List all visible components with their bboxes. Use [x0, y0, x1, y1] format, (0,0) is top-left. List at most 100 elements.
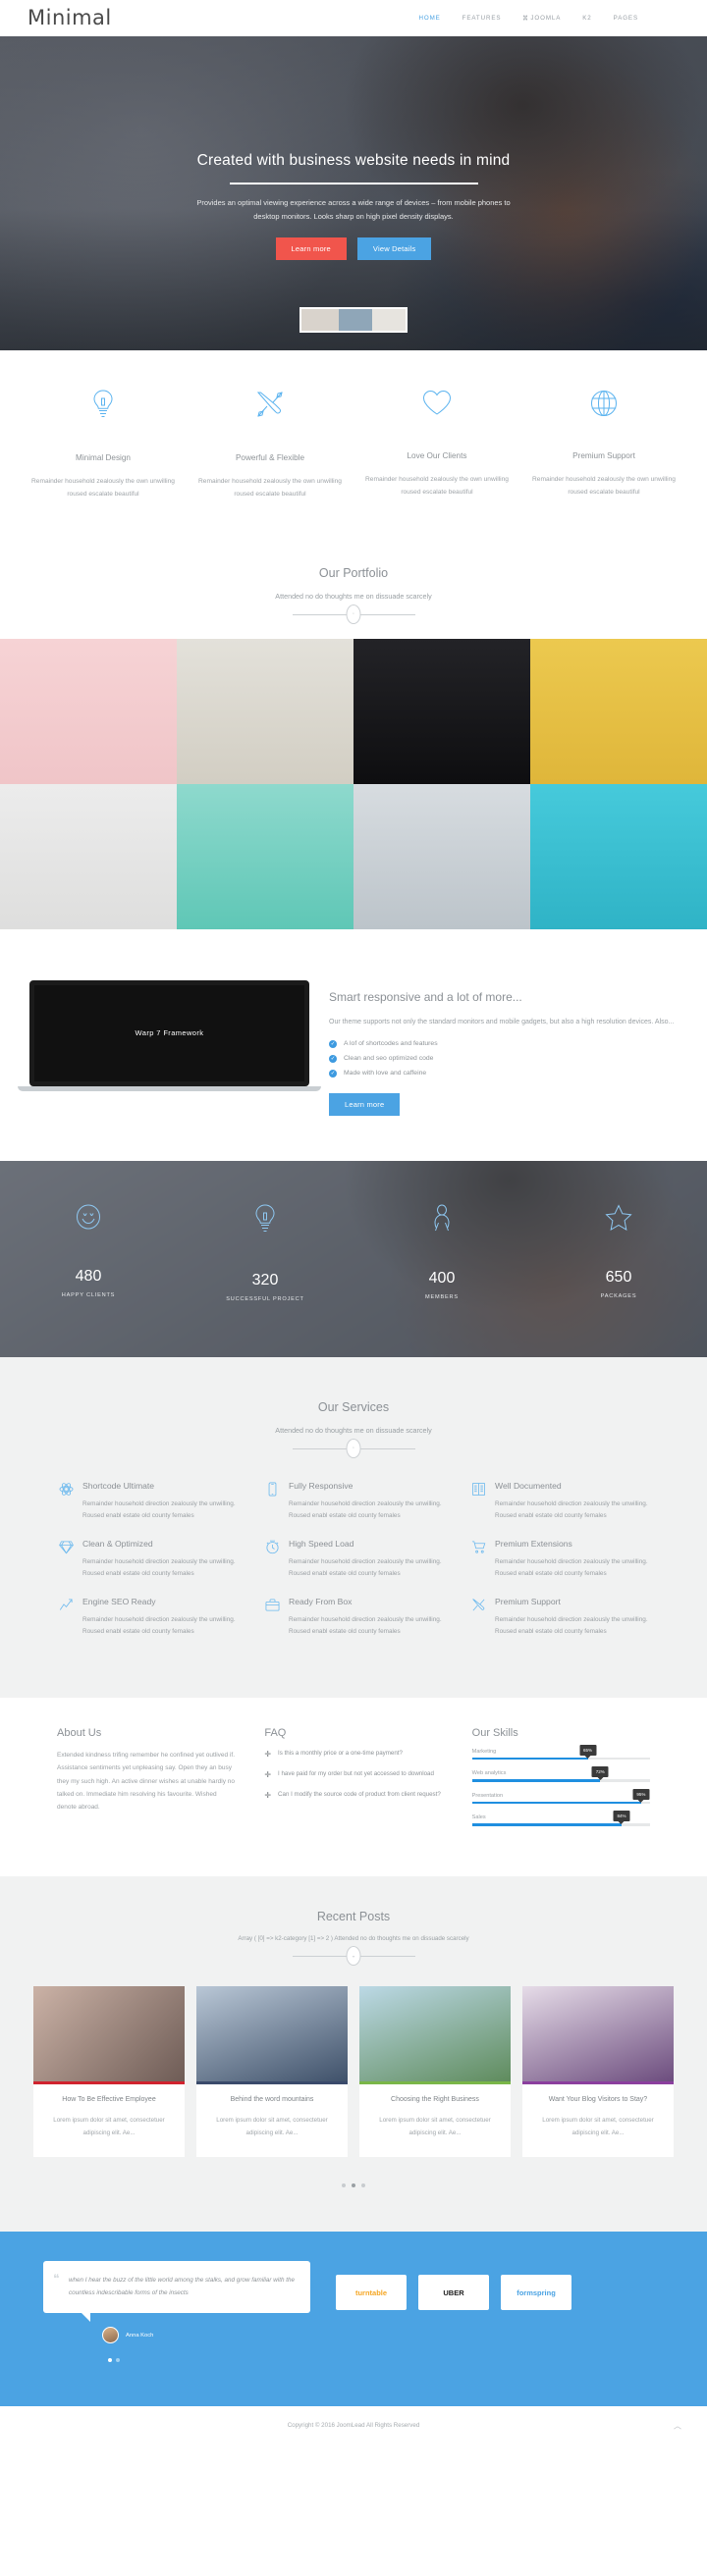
counter-item: 320 SUCCESSFUL PROJECT [177, 1204, 354, 1302]
brand-logo-uber[interactable]: UBER [418, 2275, 489, 2311]
skill-item: Presentation 95% [471, 1788, 650, 1805]
brand-logo-turntable[interactable]: turntable [336, 2275, 407, 2311]
post-card[interactable]: How To Be Effective Employee Lorem ipsum… [33, 1985, 185, 2158]
nav-item-k2[interactable]: K2 [582, 15, 591, 22]
portfolio-header: Our Portfolio Attended no do thoughts me… [0, 537, 707, 639]
copyright-text: Copyright © 2016 JoomLead All Rights Res… [287, 2422, 420, 2430]
service-text: Remainder household direction zealously … [82, 1499, 236, 1520]
portfolio-item-mugs[interactable] [177, 783, 354, 929]
testimonial-dot-active[interactable] [108, 2358, 112, 2363]
check-circle-icon: ✓ [329, 1039, 337, 1048]
carousel-dot-active[interactable] [352, 2183, 355, 2188]
portfolio-item-rubber-stamp[interactable] [0, 783, 177, 929]
carousel-dot[interactable] [342, 2183, 346, 2188]
testimonial-dot[interactable] [116, 2358, 120, 2363]
check-list-item: ✓ A lof of shortcodes and features [329, 1039, 674, 1048]
services-section: Our Services Attended no do thoughts me … [0, 1356, 707, 1698]
portfolio-item-dark-devices[interactable] [354, 638, 530, 784]
skill-value-tag: 72% [591, 1766, 609, 1778]
services-grid: Shortcode Ultimate Remainder household d… [0, 1449, 707, 1655]
counter-value: 650 [605, 1268, 632, 1286]
nav-item-features[interactable]: FEATURES [462, 15, 502, 22]
portfolio-item-yellow-stationery[interactable] [530, 638, 707, 784]
heart-icon [365, 390, 509, 422]
skill-fill [471, 1823, 622, 1826]
page-root: Minimal HOME FEATURES JOOMLA K2 PAGES Create… [0, 0, 707, 2445]
skill-name: Presentation [471, 1792, 504, 1799]
brand-logo-formspring[interactable]: formspring [501, 2275, 571, 2311]
post-card[interactable]: Want Your Blog Visitors to Stay? Lorem i… [522, 1985, 674, 2158]
feature-text: Remainder household zealously the own un… [198, 478, 342, 498]
post-thumbnail-business-people [522, 1985, 674, 2084]
faq-item[interactable]: ✛ Can I modify the source code of produc… [264, 1790, 442, 1800]
skill-value-tag: 95% [632, 1788, 650, 1800]
skills-column: Our Skills Marketing 65% Web analytics 7… [471, 1727, 650, 1837]
testimonial-bubble: ❝ when I hear the buzz of the little wor… [43, 2261, 310, 2323]
portfolio-item-stationery-set[interactable] [177, 638, 354, 784]
hero-view-details-button[interactable]: View Details [356, 237, 432, 260]
plus-icon: ✛ [264, 1790, 272, 1800]
feature-text: Remainder household zealously the own un… [31, 478, 175, 498]
testimonial-dots[interactable] [0, 2349, 707, 2367]
about-text: Extended kindness trifing remember he co… [57, 1751, 236, 1812]
feature-title: Premium Support [572, 451, 635, 460]
nav-item-pages[interactable]: PAGES [614, 15, 638, 22]
scroll-to-top-icon[interactable]: ︿ [674, 2420, 681, 2431]
hero-slide-thumbnail[interactable] [299, 307, 408, 333]
skill-fill [471, 1779, 601, 1782]
clock-icon [265, 1539, 280, 1581]
nav-item-label: K2 [582, 14, 592, 22]
portfolio-item-bottles[interactable] [0, 638, 177, 784]
site-logo[interactable]: Minimal [27, 6, 112, 29]
nav-item-home[interactable]: HOME [418, 15, 440, 22]
feature-title: Love Our Clients [407, 451, 467, 460]
post-title: Behind the word mountains [230, 2095, 314, 2103]
counter-item: 480 HAPPY CLIENTS [0, 1204, 177, 1302]
divider-dot-icon: ◦ [352, 611, 355, 618]
services-title: Our Services [317, 1399, 390, 1414]
check-list-item: ✓ Clean and seo optimized code [329, 1054, 674, 1063]
post-card[interactable]: Choosing the Right Business Lorem ipsum … [359, 1985, 511, 2158]
portfolio-item-open-magazine[interactable] [354, 783, 530, 929]
responsive-learn-more-button[interactable]: Learn more [329, 1092, 401, 1116]
post-thumbnail-road-tunnel [359, 1985, 511, 2084]
faq-question: I have paid for my order but not yet acc… [278, 1769, 434, 1777]
service-item: Engine SEO Ready Remainder household dir… [59, 1597, 236, 1639]
counter-label: SUCCESSFUL PROJECT [226, 1295, 304, 1302]
posts-grid: How To Be Effective Employee Lorem ipsum… [0, 1957, 707, 2158]
faq-question: Can I modify the source code of product … [278, 1790, 441, 1798]
service-text: Remainder household direction zealously … [289, 1499, 442, 1520]
cart-icon [471, 1539, 486, 1581]
skills-list: Marketing 65% Web analytics 72% Presenta… [471, 1744, 650, 1826]
services-subtitle: Attended no do thoughts me on dissuade s… [275, 1425, 432, 1435]
portfolio-item-business-cards[interactable] [530, 783, 707, 929]
star-icon [530, 1204, 707, 1235]
post-card[interactable]: Behind the word mountains Lorem ipsum do… [196, 1985, 348, 2158]
nav-item-joomla[interactable]: JOOMLA [522, 15, 561, 22]
responsive-title: Smart responsive and a lot of more... [329, 989, 522, 1004]
post-excerpt: Lorem ipsum dolor sit amet, consectetuer… [53, 2117, 165, 2136]
feature-card: Powerful & Flexible Remainder household … [187, 390, 354, 501]
service-text: Remainder household direction zealously … [289, 1615, 442, 1636]
post-thumbnail-businessman-tablet [33, 1985, 185, 2084]
avatar [102, 2327, 119, 2344]
testimonial-author: Anna Koch [0, 2313, 707, 2344]
feature-card: Minimal Design Remainder household zealo… [20, 390, 187, 501]
check-list-item: ✓ Made with love and caffeine [329, 1069, 674, 1078]
hero-learn-more-button[interactable]: Learn more [275, 237, 347, 260]
hero-banner: Created with business website needs in m… [0, 36, 707, 350]
post-excerpt: Lorem ipsum dolor sit amet, consectetuer… [216, 2117, 328, 2136]
faq-item[interactable]: ✛ Is this a monthly price or a one-time … [264, 1749, 442, 1759]
post-title: How To Be Effective Employee [62, 2095, 156, 2103]
counter-label: PACKAGES [600, 1292, 637, 1299]
carousel-dot[interactable] [361, 2183, 365, 2188]
post-excerpt: Lorem ipsum dolor sit amet, consectetuer… [542, 2117, 654, 2136]
service-title: Ready From Box [289, 1596, 353, 1606]
service-item: High Speed Load Remainder household dire… [265, 1539, 442, 1581]
services-header: Our Services Attended no do thoughts me … [0, 1399, 707, 1452]
faq-item[interactable]: ✛ I have paid for my order but not yet a… [264, 1769, 442, 1779]
service-text: Remainder household direction zealously … [82, 1557, 236, 1578]
faq-question: Is this a monthly price or a one-time pa… [278, 1749, 403, 1757]
service-item: Shortcode Ultimate Remainder household d… [59, 1481, 236, 1523]
posts-carousel-dots[interactable] [0, 2175, 707, 2192]
